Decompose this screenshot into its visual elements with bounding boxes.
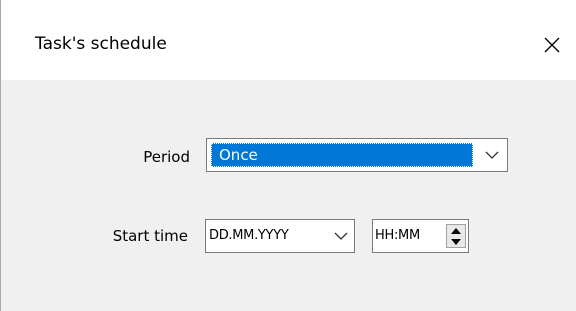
date-dropdown-button[interactable] — [332, 220, 350, 252]
close-button[interactable] — [528, 24, 576, 66]
title-bar: Task's schedule — [0, 0, 576, 80]
start-time-picker[interactable]: HH:MM — [372, 219, 469, 253]
start-time-value: HH:MM — [375, 228, 420, 243]
chevron-down-icon — [334, 232, 348, 240]
time-spin-down-button[interactable] — [447, 236, 465, 247]
chevron-down-icon — [485, 151, 499, 159]
period-dropdown-button[interactable] — [477, 139, 507, 171]
start-date-picker[interactable]: DD.MM.YYYY — [205, 219, 355, 253]
start-time-label: Start time — [112, 227, 188, 245]
period-label: Period — [143, 148, 190, 166]
dialog-body — [1, 80, 576, 311]
spin-up-icon — [451, 227, 461, 234]
time-spin-up-button[interactable] — [447, 225, 465, 236]
period-selected-field[interactable]: Once — [211, 143, 473, 167]
period-select[interactable]: Once — [206, 138, 508, 172]
time-spin-buttons[interactable] — [446, 224, 466, 248]
start-date-value: DD.MM.YYYY — [209, 228, 289, 243]
close-icon — [544, 37, 560, 53]
spin-down-icon — [451, 238, 461, 245]
task-schedule-dialog: Task's schedule Period Once Start time D… — [0, 0, 576, 311]
period-value: Once — [219, 146, 258, 164]
window-title: Task's schedule — [35, 34, 167, 54]
